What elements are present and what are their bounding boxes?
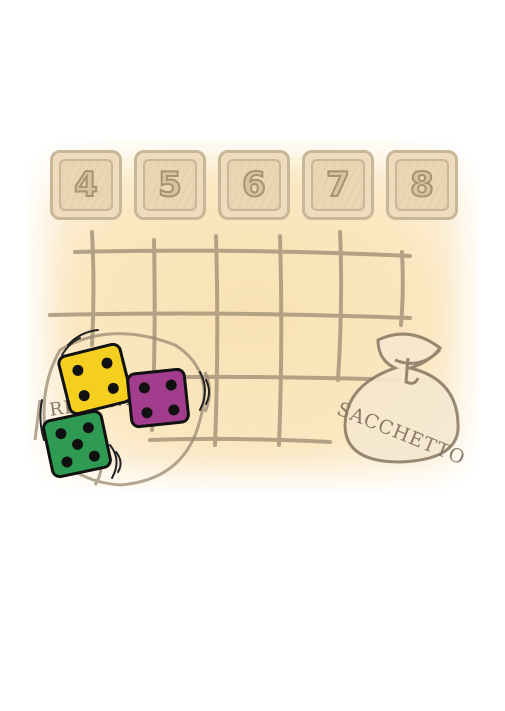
dice-motion-lines (39, 329, 210, 479)
